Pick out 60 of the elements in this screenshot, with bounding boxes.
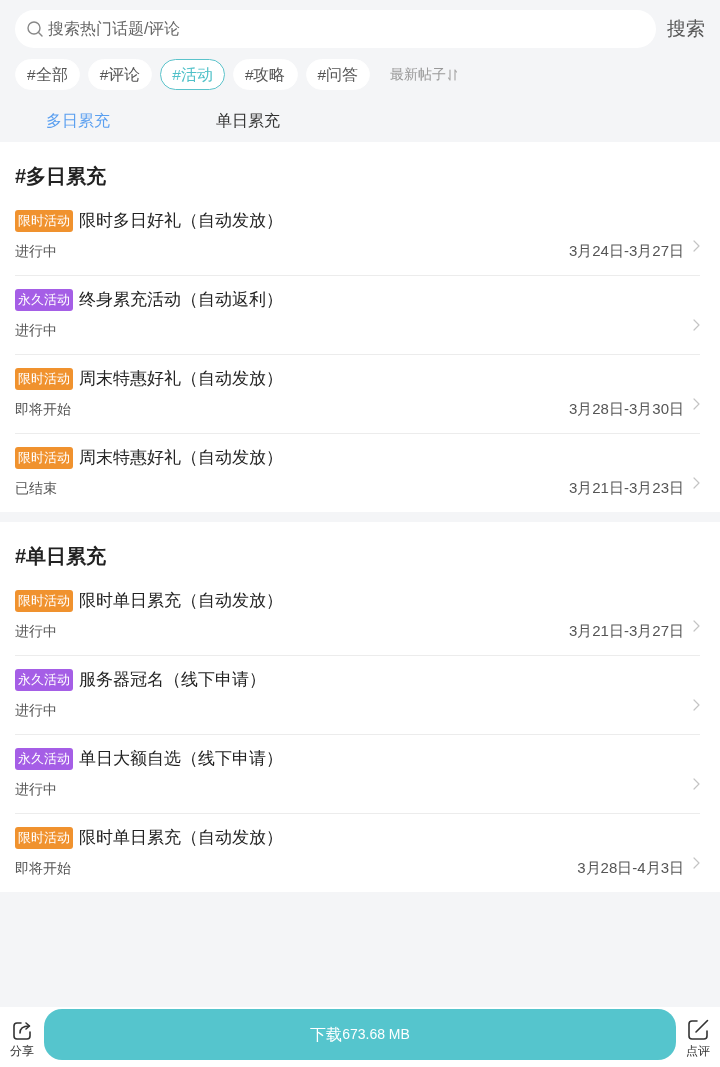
filter-chip[interactable]: #攻略 [232, 59, 298, 90]
date-range: 3月21日-3月23日 [568, 478, 684, 498]
search-icon [27, 21, 43, 37]
activity-title: 服务器冠名（线下申请） [79, 669, 266, 691]
chevron-right-icon [693, 240, 700, 252]
activity-title: 限时单日累充（自动发放） [79, 827, 283, 849]
date-range: 3月24日-3月27日 [568, 241, 684, 261]
status-text: 已结束 [15, 479, 57, 498]
filter-chip[interactable]: #问答 [305, 59, 371, 90]
activity-title: 周末特惠好礼（自动发放） [79, 368, 283, 390]
activity-row[interactable]: 限时活动 周末特惠好礼（自动发放） 已结束 3月21日-3月23日 [15, 434, 700, 512]
status-text: 进行中 [15, 701, 57, 720]
date-range: 3月28日-3月30日 [568, 399, 684, 419]
chevron-right-icon [693, 620, 700, 632]
filter-chip[interactable]: #评论 [87, 59, 153, 90]
activity-title: 单日大额自选（线下申请） [79, 748, 283, 770]
activity-tag: 永久活动 [15, 748, 73, 770]
activity-row[interactable]: 限时活动 限时多日好礼（自动发放） 进行中 3月24日-3月27日 [15, 197, 700, 276]
activity-tag: 限时活动 [15, 590, 73, 612]
status-text: 进行中 [15, 321, 57, 340]
date-range: 3月21日-3月27日 [568, 621, 684, 641]
chevron-right-icon [693, 398, 700, 410]
review-button[interactable]: 点评 [676, 1009, 720, 1058]
activity-tag: 限时活动 [15, 827, 73, 849]
edit-icon [687, 1019, 709, 1041]
search-field[interactable]: 搜索热门话题/评论 [15, 10, 656, 48]
activity-title: 周末特惠好礼（自动发放） [79, 447, 283, 469]
section-title: #单日累充 [15, 544, 107, 569]
activity-row[interactable]: 限时活动 周末特惠好礼（自动发放） 即将开始 3月28日-3月30日 [15, 355, 700, 434]
filter-chip[interactable]: #全部 [15, 59, 80, 90]
activity-tag: 限时活动 [15, 447, 73, 469]
activity-tag: 永久活动 [15, 669, 73, 691]
activity-title: 终身累充活动（自动返利） [79, 289, 283, 311]
activity-tag: 永久活动 [15, 289, 73, 311]
status-text: 即将开始 [15, 859, 71, 878]
activity-title: 限时单日累充（自动发放） [79, 590, 283, 612]
share-button[interactable]: 分享 [0, 1009, 44, 1058]
status-text: 即将开始 [15, 400, 71, 419]
search-button[interactable]: 搜索 [667, 14, 705, 44]
status-text: 进行中 [15, 242, 57, 261]
chevron-right-icon [693, 778, 700, 790]
share-icon [12, 1021, 32, 1041]
chevron-right-icon [693, 699, 700, 711]
chevron-right-icon [693, 477, 700, 489]
status-text: 进行中 [15, 780, 57, 799]
activity-title: 限时多日好礼（自动发放） [79, 210, 283, 232]
activity-row[interactable]: 限时活动 限时单日累充（自动发放） 进行中 3月21日-3月27日 [15, 577, 700, 656]
activity-tag: 限时活动 [15, 368, 73, 390]
chevron-right-icon [693, 857, 700, 869]
sort-icon [448, 68, 458, 81]
status-text: 进行中 [15, 622, 57, 641]
section-title: #多日累充 [15, 164, 107, 189]
activity-row[interactable]: 限时活动 限时单日累充（自动发放） 即将开始 3月28日-4月3日 [15, 814, 700, 892]
activity-row[interactable]: 永久活动 服务器冠名（线下申请） 进行中 [15, 656, 700, 735]
activity-tag: 限时活动 [15, 210, 73, 232]
activity-row[interactable]: 永久活动 终身累充活动（自动返利） 进行中 [15, 276, 700, 355]
chevron-right-icon [693, 319, 700, 331]
activity-row[interactable]: 永久活动 单日大额自选（线下申请） 进行中 [15, 735, 700, 814]
tab[interactable]: 单日累充 [216, 109, 280, 133]
date-range: 3月28日-4月3日 [577, 858, 684, 878]
